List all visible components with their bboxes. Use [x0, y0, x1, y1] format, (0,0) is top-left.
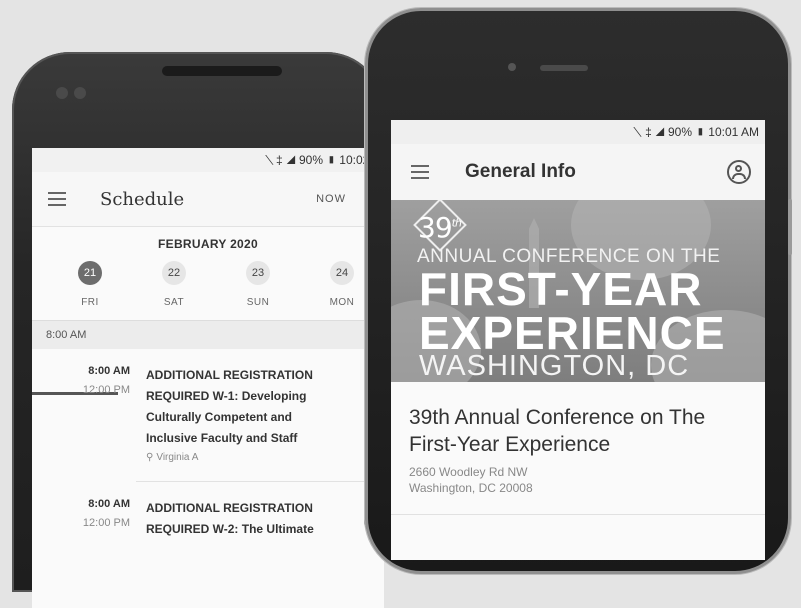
schedule-screen: ⃥ ‡ ◢ 90% ▮ 10:02 A Schedule NOW FEBRUAR… — [32, 148, 384, 608]
address-line2: Washington, DC 20008 — [409, 481, 533, 495]
session-end: 12:00 PM — [82, 517, 130, 529]
day-number: 24 — [330, 261, 354, 285]
day-number: 22 — [162, 261, 186, 285]
address-line1: 2660 Woodley Rd NW — [409, 465, 528, 479]
month-label: FEBRUARY 2020 — [158, 237, 258, 251]
iphone-status-bar: ⃥ ‡ ◢ 90% ▮ 10:01 AM — [391, 120, 765, 144]
general-info-app-bar: General Info — [391, 144, 765, 200]
iphone: ⃥ ‡ ◢ 90% ▮ 10:01 AM General Info 39th A… — [365, 8, 792, 574]
android-sensors — [56, 86, 92, 104]
schedule-app-bar: Schedule NOW — [32, 172, 384, 227]
android-status-bar: ⃥ ‡ ◢ 90% ▮ 10:02 A — [32, 148, 384, 172]
day-tabs: 21 FRI 22 SAT 23 SUN 24 MON — [32, 261, 384, 308]
session-start: 8:00 AM — [88, 498, 130, 510]
session-item[interactable]: 8:00 AM 12:00 PM ADDITIONAL REGISTRATION… — [32, 482, 384, 540]
banner-line4: WASHINGTON, DC — [419, 350, 690, 382]
day-tab-21[interactable]: 21 FRI — [48, 261, 132, 308]
session-start: 8:00 AM — [88, 365, 130, 377]
profile-icon[interactable] — [727, 160, 751, 184]
banner-ordinal: th — [451, 216, 462, 230]
iphone-side-button — [788, 199, 792, 255]
session-item[interactable]: 8:00 AM 12:00 PM ADDITIONAL REGISTRATION… — [32, 349, 384, 463]
event-title: 39th Annual Conference on The First-Year… — [409, 406, 706, 456]
page-title: Schedule — [100, 188, 185, 210]
day-tab-23[interactable]: 23 SUN — [216, 261, 300, 308]
location-pin-icon: ⚲ — [146, 452, 154, 463]
iphone-camera — [508, 63, 516, 71]
day-tab-22[interactable]: 22 SAT — [132, 261, 216, 308]
day-number: 23 — [246, 261, 270, 285]
android-speaker — [162, 66, 282, 76]
banner-edition: 39th — [418, 211, 462, 244]
conference-banner: 39th ANNUAL CONFERENCE ON THE FIRST-YEAR… — [391, 200, 765, 382]
hamburger-icon[interactable] — [411, 165, 433, 179]
now-button[interactable]: NOW — [316, 193, 346, 205]
day-of-week: FRI — [81, 297, 99, 308]
banner-number: 39 — [418, 211, 453, 244]
iphone-earpiece — [540, 65, 588, 71]
session-body: ADDITIONAL REGISTRATION REQUIRED W-1: De… — [146, 365, 346, 463]
event-divider — [391, 514, 765, 515]
session-times: 8:00 AM 12:00 PM — [32, 498, 130, 540]
time-slot-header: 8:00 AM — [32, 321, 384, 349]
android-phone: ⃥ ‡ ◢ 90% ▮ 10:02 A Schedule NOW FEBRUAR… — [12, 52, 384, 608]
hamburger-icon[interactable] — [48, 192, 70, 206]
session-times: 8:00 AM 12:00 PM — [32, 365, 130, 463]
day-number: 21 — [78, 261, 102, 285]
session-location-text: Virginia A — [156, 452, 199, 463]
page-title: General Info — [465, 161, 576, 182]
session-location: ⚲ Virginia A — [146, 452, 346, 463]
session-body: ADDITIONAL REGISTRATION REQUIRED W-2: Th… — [146, 498, 346, 540]
event-address: 2660 Woodley Rd NW Washington, DC 20008 — [409, 464, 765, 496]
day-of-week: SUN — [246, 297, 270, 308]
session-end: 12:00 PM — [82, 384, 130, 396]
session-title: ADDITIONAL REGISTRATION REQUIRED W-1: De… — [146, 368, 313, 445]
session-title: ADDITIONAL REGISTRATION REQUIRED W-2: Th… — [146, 501, 314, 536]
general-info-screen: ⃥ ‡ ◢ 90% ▮ 10:01 AM General Info 39th A… — [391, 120, 765, 560]
day-of-week: SAT — [163, 297, 185, 308]
